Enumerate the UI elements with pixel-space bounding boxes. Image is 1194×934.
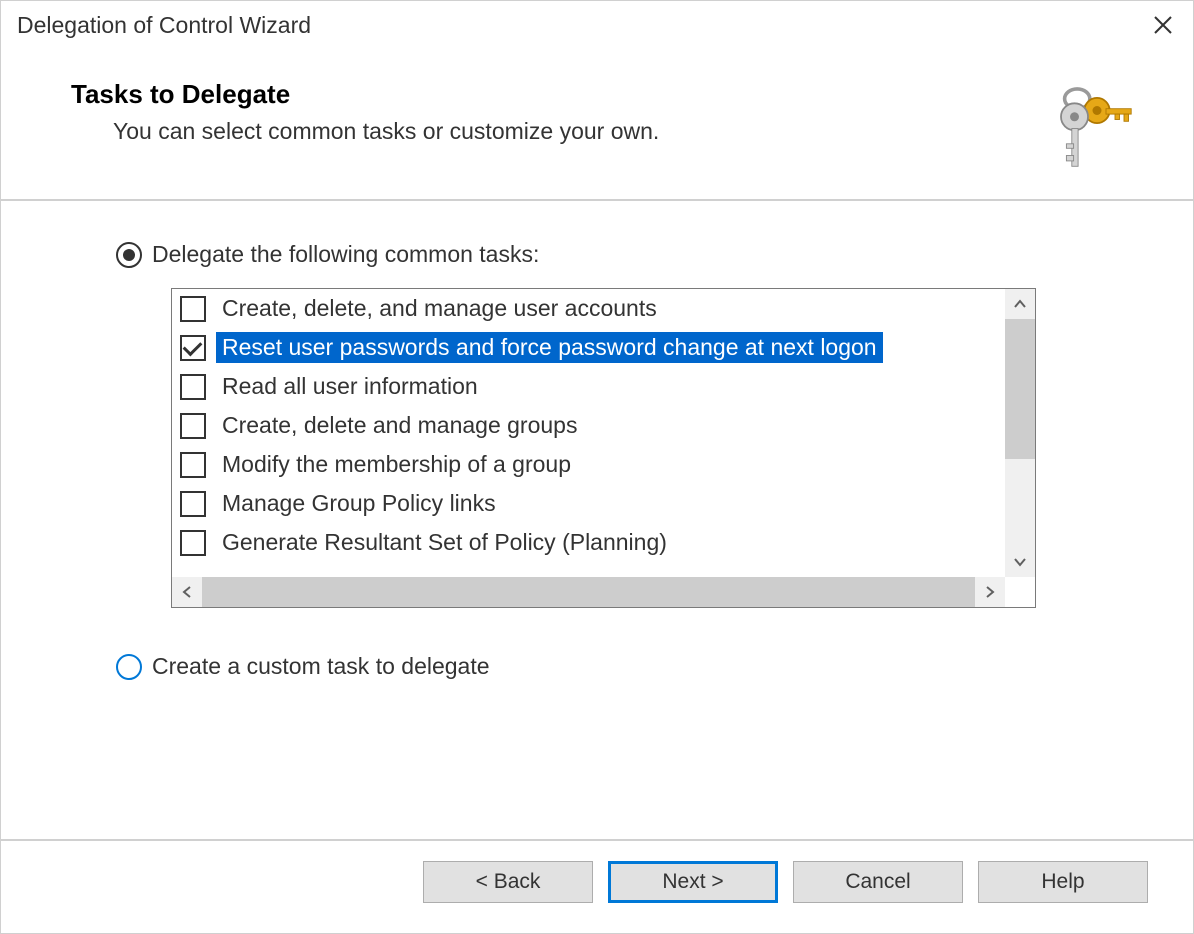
header-subtitle: You can select common tasks or customize…	[71, 118, 1043, 145]
scroll-up-arrow[interactable]	[1005, 289, 1035, 319]
chevron-left-icon	[180, 585, 194, 599]
task-list-inner: Create, delete, and manage user accounts…	[172, 289, 1005, 577]
radio-label-common: Delegate the following common tasks:	[152, 241, 539, 268]
close-button[interactable]	[1145, 7, 1181, 43]
task-label: Reset user passwords and force password …	[216, 332, 883, 363]
task-checkbox[interactable]	[180, 530, 206, 556]
radio-button-custom[interactable]	[116, 654, 142, 680]
cancel-button[interactable]: Cancel	[793, 861, 963, 903]
task-item-reset-passwords[interactable]: Reset user passwords and force password …	[172, 328, 1005, 367]
task-checkbox[interactable]	[180, 452, 206, 478]
task-checkbox[interactable]	[180, 413, 206, 439]
close-icon	[1151, 13, 1175, 37]
scroll-right-arrow[interactable]	[975, 577, 1005, 607]
back-button[interactable]: < Back	[423, 861, 593, 903]
scroll-track[interactable]	[1005, 459, 1035, 547]
titlebar: Delegation of Control Wizard	[1, 1, 1193, 49]
next-button[interactable]: Next >	[608, 861, 778, 903]
header-title: Tasks to Delegate	[71, 79, 1043, 110]
task-label: Modify the membership of a group	[216, 449, 577, 480]
scroll-thumb-horizontal[interactable]	[202, 577, 975, 607]
task-label: Create, delete and manage groups	[216, 410, 583, 441]
header-section: Tasks to Delegate You can select common …	[1, 49, 1193, 199]
task-item-create-users[interactable]: Create, delete, and manage user accounts	[172, 289, 1005, 328]
content-section: Delegate the following common tasks: Cre…	[1, 201, 1193, 839]
task-checkbox[interactable]	[180, 374, 206, 400]
scroll-left-arrow[interactable]	[172, 577, 202, 607]
task-item-manage-groups[interactable]: Create, delete and manage groups	[172, 406, 1005, 445]
task-label: Manage Group Policy links	[216, 488, 502, 519]
task-label: Create, delete, and manage user accounts	[216, 293, 663, 324]
task-label: Generate Resultant Set of Policy (Planni…	[216, 527, 673, 558]
task-checkbox[interactable]	[180, 296, 206, 322]
radio-button-common[interactable]	[116, 242, 142, 268]
chevron-down-icon	[1013, 555, 1027, 569]
chevron-up-icon	[1013, 297, 1027, 311]
task-item-rsop-planning[interactable]: Generate Resultant Set of Policy (Planni…	[172, 523, 1005, 562]
button-bar: < Back Next > Cancel Help	[1, 839, 1193, 933]
radio-create-custom[interactable]: Create a custom task to delegate	[116, 653, 1078, 680]
radio-delegate-common[interactable]: Delegate the following common tasks:	[116, 241, 1078, 268]
scroll-down-arrow[interactable]	[1005, 547, 1035, 577]
keys-icon	[1043, 79, 1133, 169]
task-item-modify-group-membership[interactable]: Modify the membership of a group	[172, 445, 1005, 484]
window-title: Delegation of Control Wizard	[17, 12, 311, 39]
vertical-scrollbar[interactable]	[1005, 289, 1035, 577]
task-checkbox[interactable]	[180, 491, 206, 517]
wizard-window: Delegation of Control Wizard Tasks to De…	[0, 0, 1194, 934]
tasks-listbox[interactable]: Create, delete, and manage user accounts…	[171, 288, 1036, 608]
radio-label-custom: Create a custom task to delegate	[152, 653, 490, 680]
task-label: Read all user information	[216, 371, 484, 402]
task-item-group-policy-links[interactable]: Manage Group Policy links	[172, 484, 1005, 523]
chevron-right-icon	[983, 585, 997, 599]
task-item-read-user-info[interactable]: Read all user information	[172, 367, 1005, 406]
help-button[interactable]: Help	[978, 861, 1148, 903]
task-checkbox[interactable]	[180, 335, 206, 361]
scroll-thumb-vertical[interactable]	[1005, 319, 1035, 459]
header-text-area: Tasks to Delegate You can select common …	[71, 79, 1043, 145]
horizontal-scrollbar[interactable]	[172, 577, 1005, 607]
